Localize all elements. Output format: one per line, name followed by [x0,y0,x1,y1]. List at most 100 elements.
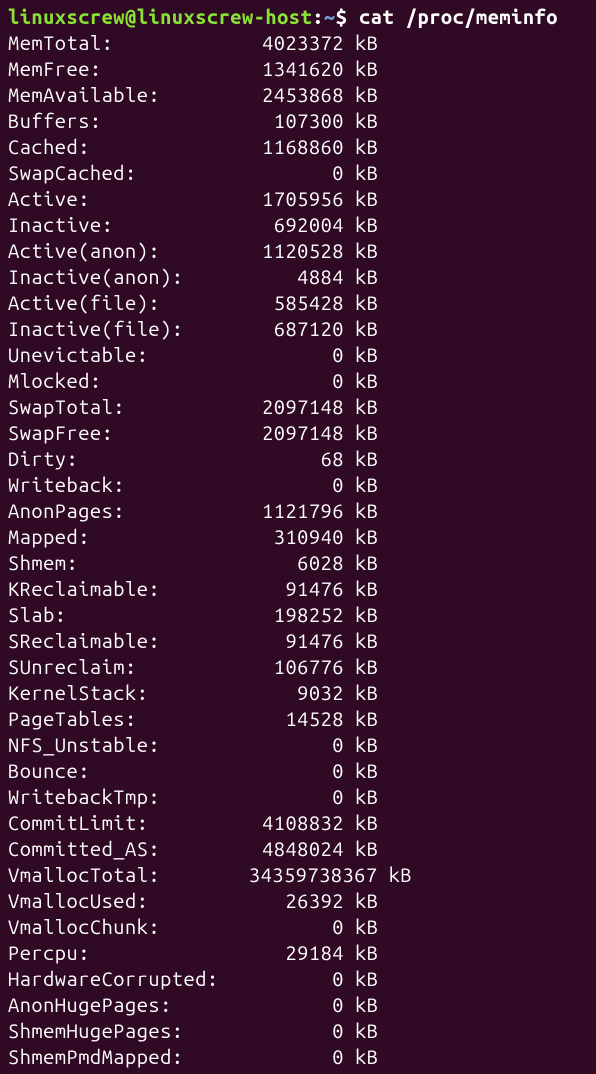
meminfo-value: 0 [232,966,344,992]
meminfo-key: AnonPages: [8,498,232,524]
meminfo-value: 91476 [232,576,344,602]
meminfo-row: KernelStack:9032kB [8,680,588,706]
meminfo-unit: kB [355,966,378,992]
meminfo-unit: kB [355,56,378,82]
meminfo-row: SwapFree:2097148kB [8,420,588,446]
meminfo-unit: kB [355,628,378,654]
meminfo-value: 34359738367 [232,862,378,888]
meminfo-key: Inactive: [8,212,232,238]
meminfo-key: SReclaimable: [8,628,232,654]
meminfo-unit: kB [355,420,378,446]
meminfo-key: SwapTotal: [8,394,232,420]
terminal-command[interactable]: cat /proc/meminfo [347,5,558,28]
meminfo-row: ShmemHugePages:0kB [8,1018,588,1044]
meminfo-value: 14528 [232,706,344,732]
meminfo-row: Dirty:68kB [8,446,588,472]
prompt-user-host: linuxscrew@linuxscrew-host [8,5,312,28]
meminfo-key: Cached: [8,134,232,160]
meminfo-key: PageTables: [8,706,232,732]
meminfo-row: WritebackTmp:0kB [8,784,588,810]
meminfo-key: CommitLimit: [8,810,232,836]
meminfo-unit: kB [355,316,378,342]
meminfo-row: ShmemPmdMapped:0kB [8,1044,588,1070]
meminfo-row: Buffers:107300kB [8,108,588,134]
meminfo-key: Active(anon): [8,238,232,264]
meminfo-value: 29184 [232,940,344,966]
meminfo-unit: kB [389,862,412,888]
meminfo-key: HardwareCorrupted: [8,966,232,992]
meminfo-unit: kB [355,134,378,160]
meminfo-key: MemTotal: [8,30,232,56]
meminfo-unit: kB [355,1044,378,1070]
meminfo-value: 2453868 [232,82,344,108]
meminfo-row: Inactive:692004 kB [8,212,588,238]
meminfo-key: VmallocUsed: [8,888,232,914]
meminfo-key: NFS_Unstable: [8,732,232,758]
meminfo-row: CommitLimit:4108832kB [8,810,588,836]
meminfo-value: 91476 [232,628,344,654]
meminfo-row: PageTables:14528 kB [8,706,588,732]
meminfo-unit: kB [355,446,378,472]
meminfo-key: AnonHugePages: [8,992,232,1018]
meminfo-key: Shmem: [8,550,232,576]
meminfo-row: SReclaimable:91476 kB [8,628,588,654]
meminfo-value: 107300 [232,108,344,134]
meminfo-unit: kB [355,108,378,134]
meminfo-value: 6028 [232,550,344,576]
meminfo-row: Active(anon):1120528kB [8,238,588,264]
meminfo-key: Active(file): [8,290,232,316]
meminfo-unit: kB [355,732,378,758]
meminfo-unit: kB [355,758,378,784]
meminfo-unit: kB [355,992,378,1018]
meminfo-unit: kB [355,160,378,186]
meminfo-unit: kB [355,212,378,238]
meminfo-key: Inactive(anon): [8,264,232,290]
meminfo-row: Active:1705956 kB [8,186,588,212]
meminfo-unit: kB [355,914,378,940]
meminfo-row: Shmem:6028 kB [8,550,588,576]
meminfo-key: SwapCached: [8,160,232,186]
meminfo-value: 4848024 [232,836,344,862]
meminfo-key: KReclaimable: [8,576,232,602]
meminfo-value: 0 [232,1044,344,1070]
meminfo-row: VmallocUsed:26392kB [8,888,588,914]
meminfo-key: SUnreclaim: [8,654,232,680]
meminfo-key: VmallocTotal: [8,862,232,888]
meminfo-unit: kB [355,836,378,862]
meminfo-unit: kB [355,498,378,524]
meminfo-unit: kB [355,30,378,56]
meminfo-value: 26392 [232,888,344,914]
meminfo-row: Mlocked:0kB [8,368,588,394]
meminfo-value: 310940 [232,524,344,550]
meminfo-value: 692004 [232,212,344,238]
meminfo-value: 0 [232,160,344,186]
meminfo-unit: kB [355,602,378,628]
meminfo-row: MemAvailable:2453868kB [8,82,588,108]
meminfo-unit: kB [355,342,378,368]
meminfo-unit: kB [355,264,378,290]
meminfo-unit: kB [355,524,378,550]
meminfo-key: Writeback: [8,472,232,498]
meminfo-row: NFS_Unstable:0kB [8,732,588,758]
meminfo-row: Slab:198252kB [8,602,588,628]
meminfo-value: 0 [232,1018,344,1044]
meminfo-value: 0 [232,472,344,498]
prompt-dollar: $ [336,5,348,28]
meminfo-row: Percpu:29184kB [8,940,588,966]
meminfo-row: Unevictable:0kB [8,342,588,368]
meminfo-key: Active: [8,186,232,212]
meminfo-value: 2097148 [232,394,344,420]
meminfo-row: Inactive(anon):4884kB [8,264,588,290]
meminfo-value: 2097148 [232,420,344,446]
meminfo-unit: kB [355,186,378,212]
meminfo-row: AnonHugePages:0kB [8,992,588,1018]
meminfo-value: 1705956 [232,186,344,212]
meminfo-row: MemTotal:4023372kB [8,30,588,56]
meminfo-key: Slab: [8,602,232,628]
meminfo-unit: kB [355,550,378,576]
meminfo-key: VmallocChunk: [8,914,232,940]
meminfo-value: 1120528 [232,238,344,264]
meminfo-key: Committed_AS: [8,836,232,862]
meminfo-unit: kB [355,706,378,732]
meminfo-value: 106776 [232,654,344,680]
